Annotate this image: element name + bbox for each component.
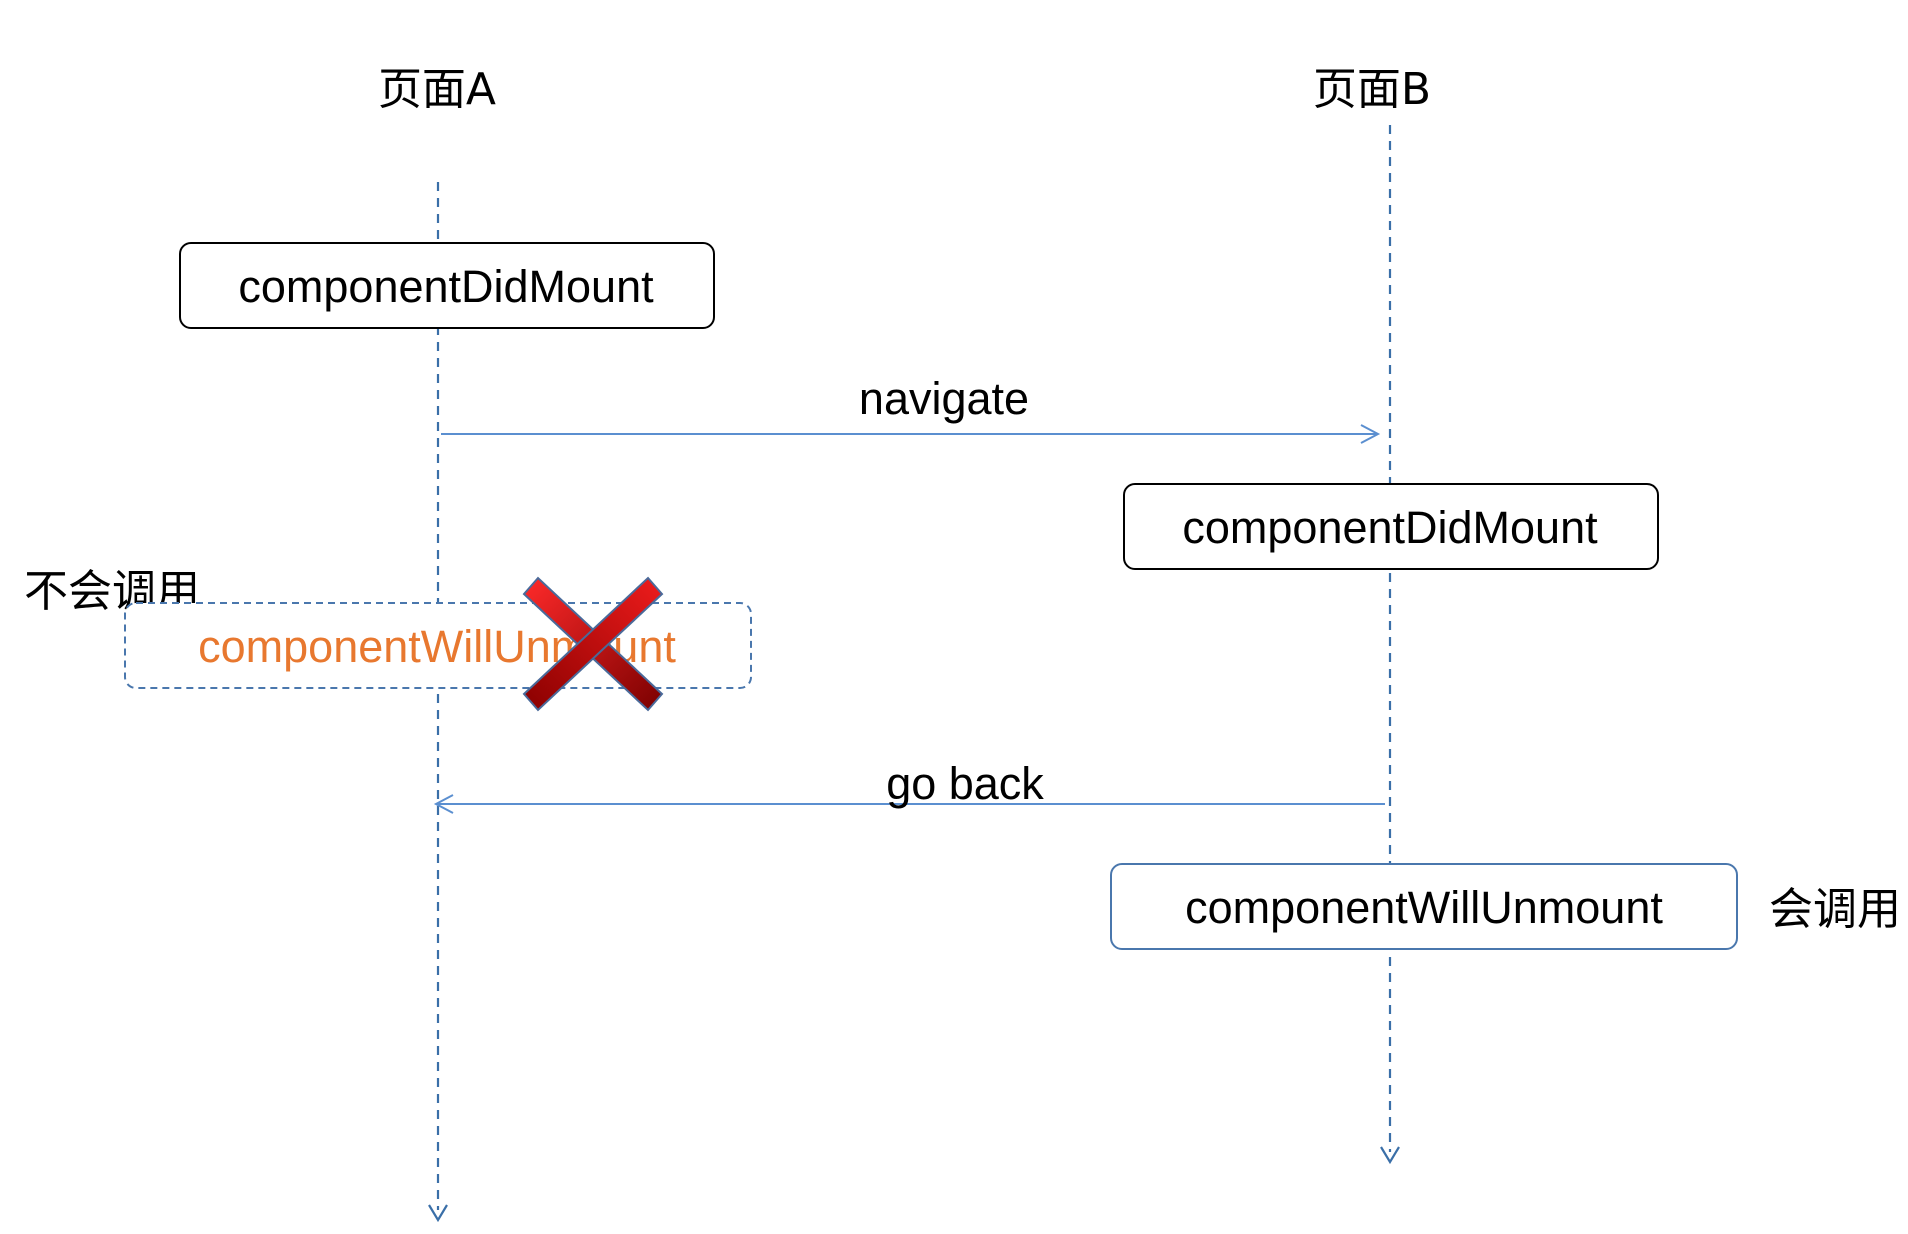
navigate-arrow: [441, 424, 1381, 444]
go-back-label: go back: [886, 758, 1044, 809]
lane-b-title: 页面B: [1313, 64, 1431, 115]
lifeline-a: [428, 182, 448, 1223]
lane-a-title: 页面A: [378, 64, 496, 115]
a-did-mount-label: componentDidMount: [238, 261, 654, 312]
b-will-unmount-label: componentWillUnmount: [1185, 882, 1663, 933]
called-note: 会调用: [1769, 884, 1901, 935]
navigate-label: navigate: [859, 373, 1029, 424]
a-will-unmount-box: componentWillUnmount: [124, 602, 752, 689]
b-will-unmount-box: componentWillUnmount: [1110, 863, 1738, 950]
b-did-mount-label: componentDidMount: [1182, 502, 1598, 553]
lifeline-b: [1380, 125, 1400, 1165]
a-did-mount-box: componentDidMount: [179, 242, 715, 329]
sequence-diagram: 页面A 页面B componentDidMount navigate compo…: [24, 64, 1901, 1223]
b-did-mount-box: componentDidMount: [1123, 483, 1659, 570]
